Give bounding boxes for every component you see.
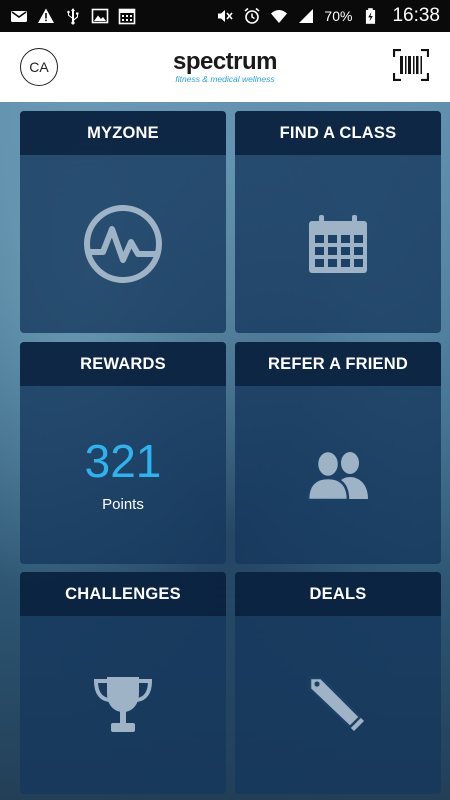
barcode-icon [392,48,430,86]
calendar-icon [307,213,369,275]
trophy-icon [92,675,154,735]
tag-icon [308,675,368,735]
warning-icon [37,7,55,25]
app-header: CA spectrum fitness & medical wellness [0,32,450,102]
barcode-button[interactable] [392,48,430,86]
tile-title: REFER A FRIEND [235,342,441,386]
heartrate-gauge-icon [81,202,165,286]
tile-rewards[interactable]: REWARDS 321 Points [20,342,226,564]
battery-charging-icon [361,7,379,25]
spectrum-logo: spectrum fitness & medical wellness [172,48,278,85]
tile-body: 321 Points [20,386,226,564]
status-clock: 16:38 [392,5,440,26]
tile-body [235,155,441,333]
battery-percent: 70% [324,8,353,24]
tile-challenges[interactable]: CHALLENGES [20,572,226,794]
alarm-icon [243,7,261,25]
status-notifications [10,7,136,25]
tile-deals[interactable]: DEALS [235,572,441,794]
profile-avatar-button[interactable]: CA [20,48,58,86]
mail-icon [10,7,28,25]
tile-body [235,386,441,564]
tile-title: FIND A CLASS [235,111,441,155]
status-bar: 70% 16:38 [0,0,450,32]
tile-title: REWARDS [20,342,226,386]
tile-title: CHALLENGES [20,572,226,616]
tile-myzone[interactable]: MYZONE [20,111,226,333]
image-icon [91,7,109,25]
logo-name: spectrum [172,48,278,76]
tile-title: DEALS [235,572,441,616]
tile-body [20,155,226,333]
status-system: 70% 16:38 [216,5,440,27]
tile-refer-a-friend[interactable]: REFER A FRIEND [235,342,441,564]
tile-body [20,616,226,794]
mute-icon [216,7,234,25]
tile-find-a-class[interactable]: FIND A CLASS [235,111,441,333]
rewards-points-label: Points [102,495,144,513]
tile-body [235,616,441,794]
logo-tagline: fitness & medical wellness [175,74,275,85]
users-icon [306,449,370,501]
rewards-points-value: 321 [84,434,162,487]
calendar-icon [118,7,136,25]
usb-icon [64,7,82,25]
signal-icon [297,7,315,25]
tile-title: MYZONE [20,111,226,155]
wifi-icon [270,7,288,25]
